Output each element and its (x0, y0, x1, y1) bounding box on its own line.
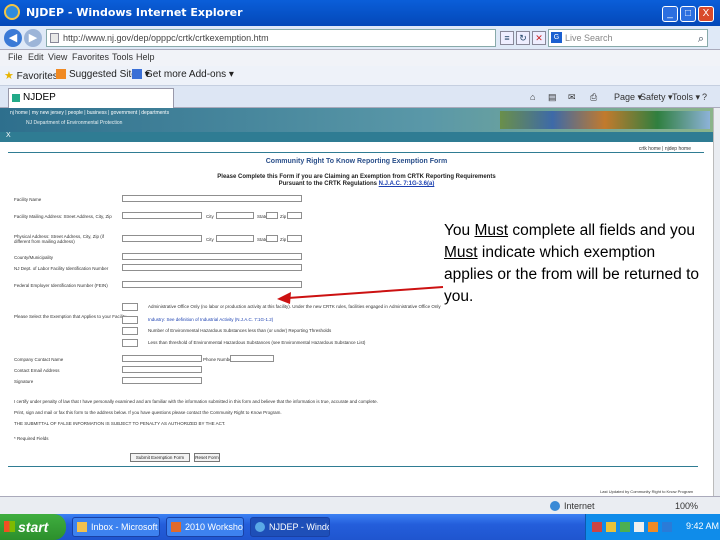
taskbar-item-label: NJDEP - Windows Inte... (269, 522, 329, 532)
annotation-part-2: complete all fields and you (508, 222, 696, 239)
start-label: start (18, 519, 49, 535)
globe-icon (550, 501, 560, 511)
annotation-must-1: Must (474, 222, 509, 239)
windows-flag-icon (4, 521, 15, 532)
ie-taskbar-icon (255, 522, 265, 532)
taskbar-item-outlook[interactable]: Inbox - Microsoft Outl... (72, 517, 160, 537)
arrow-head (277, 292, 291, 304)
annotation-part-3: indicate which exemption applies or the … (444, 244, 700, 305)
status-bar: Internet 100% (0, 496, 720, 514)
tray-icon-3[interactable] (620, 522, 630, 532)
security-zone: Internet (564, 501, 595, 511)
annotation-text: You Must complete all fields and you Mus… (444, 220, 704, 308)
annotation-must-2: Must (444, 244, 478, 261)
taskbar: start Inbox - Microsoft Outl... 2010 Wor… (0, 514, 720, 540)
arrow-line (287, 286, 444, 299)
tray-icon-1[interactable] (592, 522, 602, 532)
tray-icon-4[interactable] (634, 522, 644, 532)
taskbar-item-label: 2010 Workshop Webi... (185, 522, 244, 532)
tray-icon-2[interactable] (606, 522, 616, 532)
annotation-part-1: You (444, 222, 475, 239)
tray-icon-6[interactable] (662, 522, 672, 532)
taskbar-item-powerpoint[interactable]: 2010 Workshop Webi... (166, 517, 244, 537)
system-tray: 9:42 AM (585, 514, 720, 540)
powerpoint-icon (171, 522, 181, 532)
zoom-level[interactable]: 100% (675, 501, 698, 511)
clock: 9:42 AM (686, 521, 720, 531)
taskbar-item-label: Inbox - Microsoft Outl... (91, 522, 159, 532)
tray-icon-5[interactable] (648, 522, 658, 532)
outlook-icon (77, 522, 87, 532)
start-button[interactable]: start (0, 514, 66, 540)
taskbar-item-ie[interactable]: NJDEP - Windows Inte... (250, 517, 330, 537)
